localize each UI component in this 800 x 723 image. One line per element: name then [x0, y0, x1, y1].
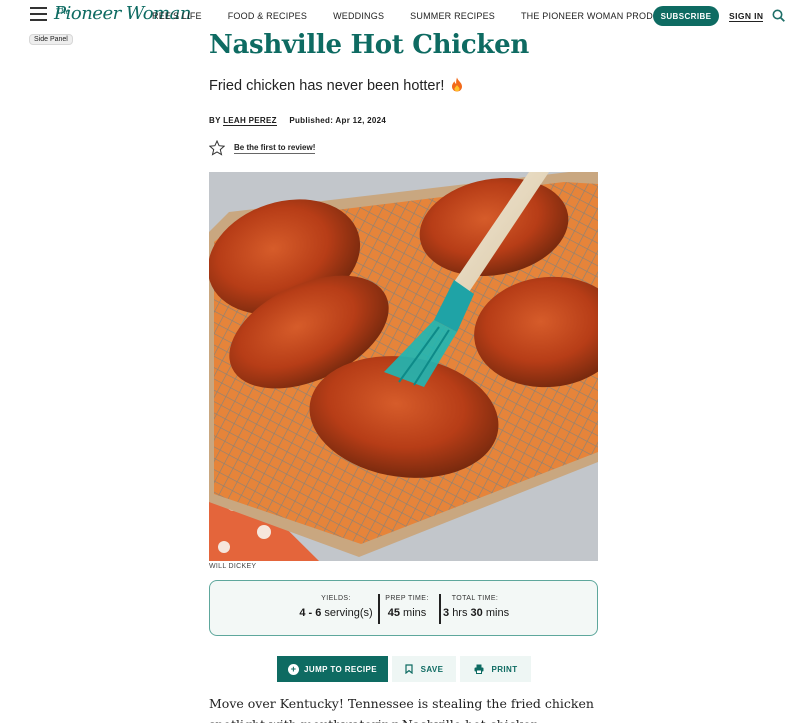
subscribe-button[interactable]: SUBSCRIBE [653, 6, 719, 26]
total-label: TOTAL TIME: [451, 595, 499, 602]
total-mins-unit: mins [485, 607, 510, 619]
printer-icon [474, 664, 483, 674]
photo-credit: WILL DICKEY [209, 563, 257, 570]
published-date: Published: Apr 12, 2024 [289, 116, 387, 125]
author-link[interactable]: LEAH PEREZ [223, 116, 277, 126]
chicken-photo-illustration [209, 172, 598, 561]
total-hours: 3 [443, 607, 450, 619]
prep-stat: PREP TIME: 45 mins [382, 595, 432, 619]
save-label: SAVE [420, 664, 444, 674]
jump-label: JUMP TO RECIPE [304, 664, 377, 674]
save-button[interactable]: SAVE [392, 656, 456, 682]
nav-item-summer-recipes[interactable]: SUMMER RECIPES [410, 11, 495, 21]
sign-in-link[interactable]: SIGN IN [729, 11, 764, 22]
jump-to-recipe-button[interactable]: + JUMP TO RECIPE [277, 656, 388, 682]
total-mins: 30 [470, 607, 483, 619]
nav-item-food-recipes[interactable]: FOOD & RECIPES [228, 11, 307, 21]
search-icon[interactable] [772, 9, 785, 22]
print-button[interactable]: PRINT [460, 656, 531, 682]
yields-unit: serving(s) [324, 607, 373, 619]
subtitle-text: Fried chicken has never been hotter! [209, 78, 445, 94]
print-label: PRINT [491, 664, 518, 674]
nav-item-weddings[interactable]: WEDDINGS [333, 11, 384, 21]
bookmark-icon [404, 664, 413, 674]
plus-circle-icon: + [288, 663, 300, 675]
main-nav: REE'S LIFE FOOD & RECIPES WEDDINGS SUMME… [152, 11, 704, 21]
yields-value: 4 - 6 [299, 607, 322, 619]
total-hours-unit: hrs [452, 607, 468, 619]
page-title: Nashville Hot Chicken [209, 30, 529, 60]
divider [439, 594, 441, 624]
divider [378, 594, 380, 624]
total-value-row: 3 hrs 30 mins [443, 607, 510, 619]
article-subtitle: Fried chicken has never been hotter! [209, 77, 463, 94]
side-panel-tooltip: Side Panel [29, 34, 73, 45]
prep-value: 45 [387, 607, 400, 619]
recipe-photo [209, 172, 598, 561]
flame-icon [452, 77, 463, 92]
prep-unit: mins [403, 607, 427, 619]
article-body: Move over Kentucky! Tennessee is stealin… [209, 696, 594, 723]
byline: BY LEAH PEREZ Published: Apr 12, 2024 [209, 116, 387, 126]
menu-icon[interactable] [30, 7, 47, 22]
recipe-info-box: YIELDS: 4 - 6 serving(s) PREP TIME: 45 m… [209, 580, 598, 636]
star-icon[interactable] [209, 140, 225, 156]
logo-prefix: The [56, 7, 70, 16]
byline-by: BY [209, 116, 221, 125]
nav-item-rees-life[interactable]: REE'S LIFE [152, 11, 202, 21]
prep-label: PREP TIME: [385, 595, 429, 602]
total-stat: TOTAL TIME: 3 hrs 30 mins [443, 595, 510, 619]
review-link[interactable]: Be the first to review! [234, 143, 316, 154]
review-row: Be the first to review! [209, 140, 316, 156]
prep-value-row: 45 mins [382, 607, 432, 619]
site-header: The Pioneer Woman REE'S LIFE FOOD & RECI… [0, 0, 800, 32]
